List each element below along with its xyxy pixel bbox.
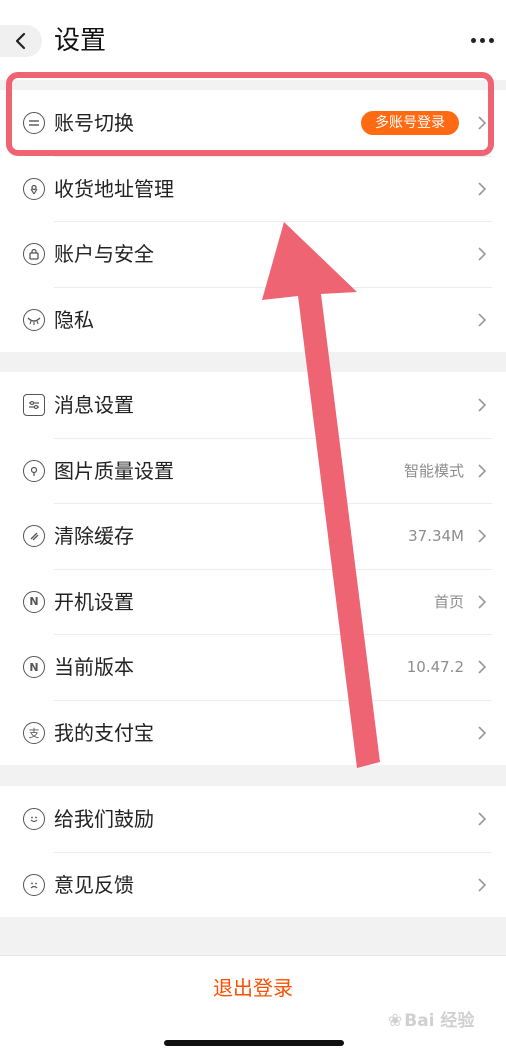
annotation-arrow-icon bbox=[262, 222, 380, 768]
